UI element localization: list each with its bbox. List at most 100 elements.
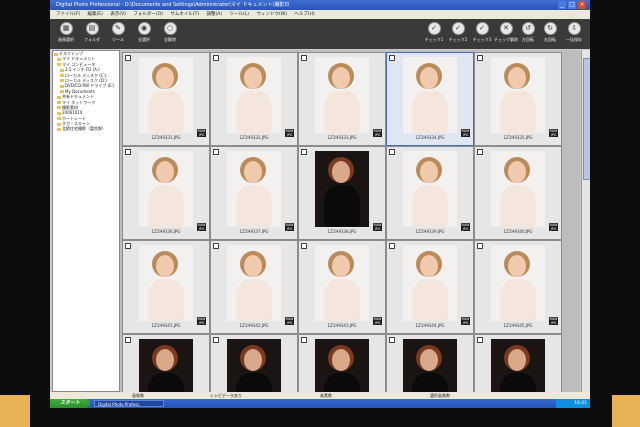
thumbnail-cell[interactable]: RAW JPG 1Z1H9333.JPG [298,52,386,146]
thumbnail-checkbox[interactable] [477,243,483,249]
thumbnail-cell[interactable]: RAWJPG1Z1H9346.JPG [122,334,210,392]
batch-save-icon: ⇩ [567,22,581,35]
scrollbar-thumb[interactable] [583,58,590,180]
maximize-button[interactable]: □ [568,1,576,9]
thumbnail-checkbox[interactable] [389,149,395,155]
thumbnail-image[interactable] [227,151,281,227]
thumbnail-checkbox[interactable] [477,55,483,61]
menu-window[interactable]: ウィンドウ(W) [256,10,286,19]
thumbnail-checkbox[interactable] [301,337,307,343]
thumbnail-image[interactable] [315,339,369,392]
thumbnail-checkbox[interactable] [477,149,483,155]
thumbnail-checkbox[interactable] [213,337,219,343]
menu-tools[interactable]: ツール(L) [230,10,250,19]
thumbnail-image[interactable] [491,57,545,133]
thumbnail-cell[interactable]: RAW JPG 1Z1H9334.JPG [386,52,474,146]
check-3-button[interactable]: ✓ チェック3 [470,22,494,43]
thumbnail-checkbox[interactable] [301,149,307,155]
thumbnail-cell[interactable]: RAW JPG 1Z1H9339.JPG [386,146,474,240]
folder-button[interactable]: ▤ フォルダ [80,22,104,43]
thumbnail-filename: 1Z1H9336.JPG [151,229,181,234]
rotate-right-icon: ↻ [543,22,557,35]
thumbnail-checkbox[interactable] [213,55,219,61]
portrait-face [244,349,262,371]
portrait-body [148,279,184,321]
thumbnail-image[interactable] [491,151,545,227]
thumbnail-checkbox[interactable] [213,243,219,249]
thumbnail-cell[interactable]: RAW JPG 1Z1H9344.JPG [386,240,474,334]
thumbnail-cell[interactable]: RAW JPG 1Z1H9338.JPG [298,146,386,240]
start-button[interactable]: スタート [50,399,90,408]
folder-icon [57,106,61,110]
thumbnail-checkbox[interactable] [477,337,483,343]
tool-button[interactable]: ✎ ツール [106,22,130,43]
image-select-button[interactable]: ▦ 画像選択 [54,22,78,43]
batch-save-button[interactable]: ⇩ 一括保存 [562,22,586,43]
menu-help[interactable]: ヘルプ(H) [294,10,314,19]
menu-folder[interactable]: フォルダー(O) [133,10,163,19]
portrait-face [244,255,262,277]
deselect-all-button[interactable]: ○ 全解除 [158,22,182,43]
thumbnail-image[interactable] [315,57,369,133]
portrait-face [508,161,526,183]
thumbnail-cell[interactable]: RAW JPG 1Z1H9340.JPG [474,146,562,240]
thumbnail-image[interactable] [227,245,281,321]
folder-icon [57,122,61,126]
thumbnail-cell[interactable]: RAW JPG 1Z1H9332.JPG [210,52,298,146]
thumbnail-checkbox[interactable] [301,55,307,61]
thumbnail-checkbox[interactable] [125,55,131,61]
thumbnail-checkbox[interactable] [213,149,219,155]
thumbnail-image[interactable] [139,151,193,227]
vertical-scrollbar[interactable] [581,50,590,392]
tree-item[interactable]: 北欧住宅撮影（富良野） [53,126,119,131]
thumbnail-image[interactable] [491,245,545,321]
thumbnail-image[interactable] [491,339,545,392]
menu-file[interactable]: ファイル(F) [56,10,80,19]
menu-view[interactable]: 表示(V) [110,10,126,19]
taskbar-app-button[interactable]: Digital Photo Profess [94,400,164,407]
close-button[interactable]: × [578,1,586,9]
thumbnail-checkbox[interactable] [125,243,131,249]
thumbnail-cell[interactable]: RAWJPG1Z1H9350.JPG [474,334,562,392]
thumbnail-cell[interactable]: RAW JPG 1Z1H9331.JPG [122,52,210,146]
thumbnail-image[interactable] [403,57,457,133]
thumbnail-image[interactable] [139,245,193,321]
menu-thumbnail[interactable]: サムネイル(T) [170,10,199,19]
rotate-right-button[interactable]: ↻ 右回転 [538,22,562,43]
thumbnail-checkbox[interactable] [389,243,395,249]
rotate-left-button[interactable]: ↺ 左回転 [516,22,540,43]
thumbnail-cell[interactable]: RAWJPG1Z1H9347.JPG [210,334,298,392]
thumbnail-cell[interactable]: RAW JPG 1Z1H9335.JPG [474,52,562,146]
folder-icon [57,95,61,99]
thumbnail-checkbox[interactable] [389,55,395,61]
thumbnail-checkbox[interactable] [125,149,131,155]
thumbnail-image[interactable] [403,339,457,392]
thumbnail-cell[interactable]: RAWJPG1Z1H9349.JPG [386,334,474,392]
menu-adjust[interactable]: 調整(A) [206,10,222,19]
thumbnail-checkbox[interactable] [125,337,131,343]
minimize-button[interactable]: _ [558,1,566,9]
thumbnail-image[interactable] [315,151,369,227]
thumbnail-image[interactable] [227,57,281,133]
thumbnail-cell[interactable]: RAW JPG 1Z1H9343.JPG [298,240,386,334]
check-2-button[interactable]: ✓ チェック2 [446,22,470,43]
thumbnail-image[interactable] [315,245,369,321]
thumbnail-image[interactable] [403,151,457,227]
thumbnail-cell[interactable]: RAW JPG 1Z1H9337.JPG [210,146,298,240]
check-1-button[interactable]: ✓ チェック1 [422,22,446,43]
menu-edit[interactable]: 編集(E) [88,10,103,19]
uncheck-button[interactable]: ✕ チェック解除 [494,22,518,43]
thumbnail-filename: 1Z1H9345.JPG [503,323,533,328]
select-all-button[interactable]: ◉ 全選択 [132,22,156,43]
thumbnail-image[interactable] [227,339,281,392]
thumbnail-image[interactable] [139,339,193,392]
thumbnail-cell[interactable]: RAWJPG1Z1H9348.JPG [298,334,386,392]
thumbnail-checkbox[interactable] [389,337,395,343]
thumbnail-cell[interactable]: RAW JPG 1Z1H9342.JPG [210,240,298,334]
thumbnail-cell[interactable]: RAW JPG 1Z1H9341.JPG [122,240,210,334]
thumbnail-image[interactable] [403,245,457,321]
thumbnail-checkbox[interactable] [301,243,307,249]
thumbnail-image[interactable] [139,57,193,133]
thumbnail-cell[interactable]: RAW JPG 1Z1H9345.JPG [474,240,562,334]
thumbnail-cell[interactable]: RAW JPG 1Z1H9336.JPG [122,146,210,240]
